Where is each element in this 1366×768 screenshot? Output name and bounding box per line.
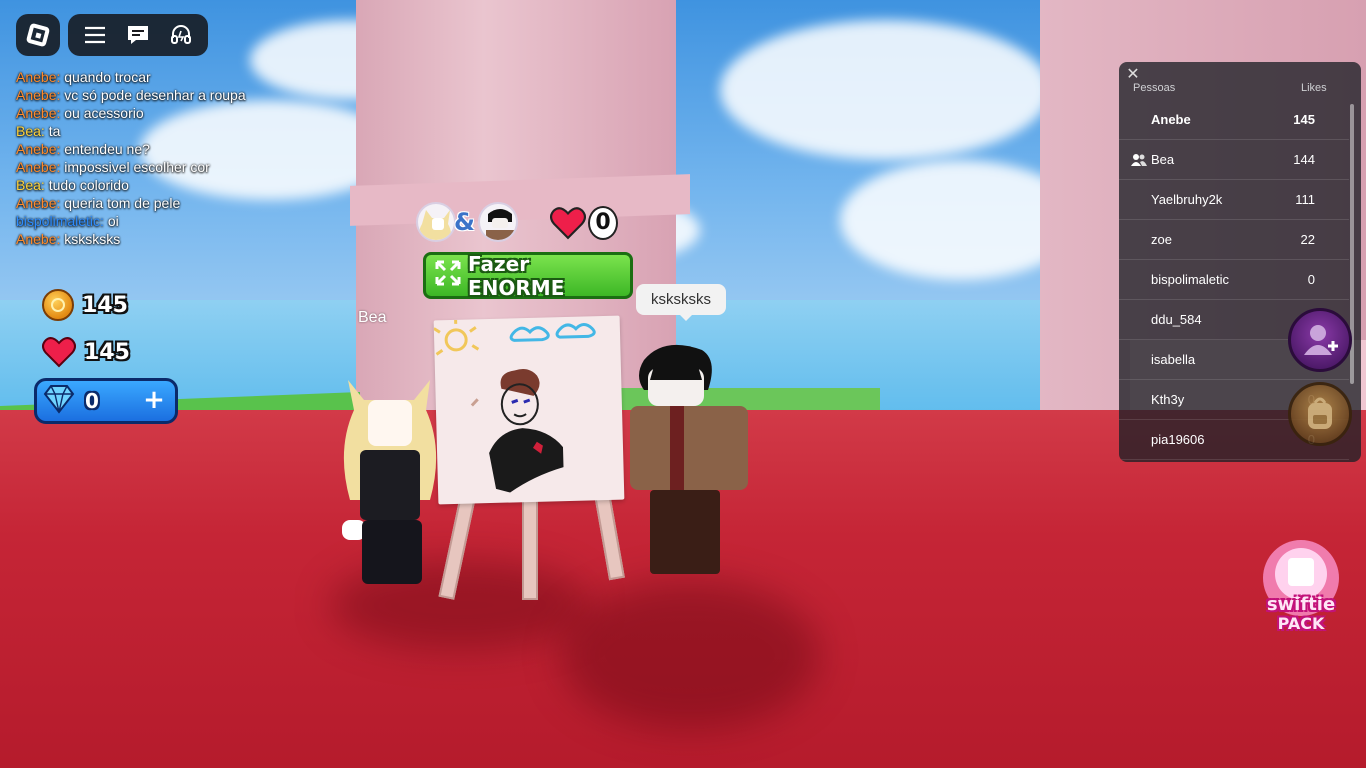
player-likes: 22 [1300, 232, 1315, 247]
chat-text: entendeu ne? [60, 141, 150, 157]
buy-gems-button[interactable]: + [141, 387, 167, 414]
player-name: ddu_584 [1151, 312, 1202, 327]
chat-message: Anebe: impossivel escolher cor [16, 158, 316, 176]
chat-message: Bea: tudo colorido [16, 176, 316, 194]
chat-speaker[interactable]: Anebe: [16, 87, 60, 103]
heart-value: 145 [84, 339, 130, 365]
chat-speaker[interactable]: Anebe: [16, 141, 60, 157]
artist-avatar-1 [416, 202, 456, 242]
diamond-icon [43, 384, 75, 419]
gem-value: 0 [85, 389, 99, 413]
painting-billboard: & 0 [416, 202, 632, 246]
cloud [720, 20, 1050, 160]
headset-icon[interactable] [165, 19, 197, 51]
roblox-menu-button[interactable] [16, 14, 60, 56]
chat-message: bispolimaletic: oi [16, 212, 316, 230]
coin-counter: 145 [42, 289, 128, 321]
avatar-player[interactable] [620, 340, 756, 580]
chat-speaker[interactable]: bispolimaletic: [16, 213, 104, 229]
likes-count: 0 [588, 206, 618, 240]
chat-log: Anebe: quando trocar Anebe: vc só pode de… [16, 68, 316, 248]
player-likes: 0 [1307, 272, 1315, 287]
chat-speaker[interactable]: Anebe: [16, 195, 60, 211]
shadow [560, 580, 820, 730]
player-row[interactable]: Bea 144 [1119, 140, 1349, 180]
chat-speaker[interactable]: Anebe: [16, 231, 60, 247]
avatar-player-figure [630, 344, 748, 574]
chat-text: oi [103, 213, 119, 229]
chat-message: Anebe: ksksksks [16, 230, 316, 248]
chat-message: Anebe: queria tom de pele [16, 194, 316, 212]
chat-message: Anebe: vc só pode desenhar a roupa [16, 86, 316, 104]
avatar-bea[interactable] [338, 370, 442, 590]
player-likes: 144 [1293, 152, 1315, 167]
chat-text: impossivel escolher cor [60, 159, 210, 175]
player-row[interactable]: bispolimaletic 0 [1119, 260, 1349, 300]
chat-message: Anebe: quando trocar [16, 68, 316, 86]
player-name: pia19606 [1151, 432, 1205, 447]
roblox-logo-icon [25, 22, 51, 48]
player-likes: 111 [1295, 192, 1315, 207]
heart-icon [42, 336, 76, 368]
add-friend-button[interactable] [1288, 308, 1352, 372]
player-name: Yaelbruhy2k [1151, 192, 1223, 207]
friends-icon [1131, 153, 1147, 170]
player-name: zoe [1151, 232, 1172, 247]
coin-icon [42, 289, 74, 321]
player-row[interactable]: zoe 22 [1119, 220, 1349, 260]
chat-message: Anebe: entendeu ne? [16, 140, 316, 158]
top-bar [68, 14, 208, 56]
gem-counter[interactable]: 0 + [34, 378, 178, 424]
swiftie-pack-button[interactable]: swiftie PACK [1256, 538, 1346, 634]
chat-text: ksksksks [60, 231, 121, 247]
expand-arrows-icon [434, 259, 462, 292]
close-icon[interactable]: ✕ [1123, 64, 1143, 84]
drawing-canvas[interactable] [433, 315, 625, 505]
chat-speaker[interactable]: Anebe: [16, 159, 60, 175]
make-huge-label: Fazer ENORME [468, 251, 565, 300]
ampersand: & [454, 208, 475, 236]
player-name: Bea [1151, 152, 1175, 167]
backpack-icon [1308, 397, 1332, 429]
heart-counter: 145 [42, 336, 130, 368]
add-friend-icon [1304, 325, 1338, 355]
chat-bubble-icon[interactable] [122, 19, 154, 51]
hamburger-menu-icon[interactable] [79, 19, 111, 51]
avatar-bea-figure [342, 380, 437, 584]
chat-text: ta [44, 123, 61, 139]
likes-heart-icon [550, 206, 586, 245]
likes-column-header: Likes [1301, 82, 1327, 94]
artist-avatar-2 [478, 202, 518, 242]
people-column-header: Pessoas [1133, 82, 1176, 94]
player-name: Kth3y [1151, 392, 1185, 407]
chat-speaker[interactable]: Anebe: [16, 69, 60, 85]
chat-speaker[interactable]: Anebe: [16, 105, 60, 121]
player-row[interactable]: Yaelbruhy2k 111 [1119, 180, 1349, 220]
chat-text: tudo colorido [44, 177, 129, 193]
player-name: Anebe [1151, 112, 1191, 127]
chat-message: Anebe: ou acessorio [16, 104, 316, 122]
player-likes: 145 [1293, 112, 1315, 127]
make-huge-button[interactable]: Fazer ENORME [423, 251, 633, 300]
player-row[interactable]: Anebe 145 [1119, 100, 1349, 140]
promo-subtitle: PACK [1277, 614, 1325, 633]
backpack-button[interactable] [1288, 382, 1352, 446]
chat-text: ou acessorio [60, 105, 144, 121]
player-name: isabella [1151, 352, 1196, 367]
promo-title: swiftie [1266, 594, 1336, 615]
speech-bubble: ksksksks [636, 284, 726, 321]
chat-text: quando trocar [60, 69, 151, 85]
coin-value: 145 [82, 292, 128, 318]
chat-speaker[interactable]: Bea: [16, 123, 45, 139]
chat-text: vc só pode desenhar a roupa [60, 87, 246, 103]
canvas-drawing [433, 319, 596, 493]
chat-speaker[interactable]: Bea: [16, 177, 45, 193]
chat-text: queria tom de pele [60, 195, 181, 211]
player-name-tag: Bea [358, 309, 387, 326]
player-name: bispolimaletic [1151, 272, 1230, 287]
chat-message: Bea: ta [16, 122, 316, 140]
